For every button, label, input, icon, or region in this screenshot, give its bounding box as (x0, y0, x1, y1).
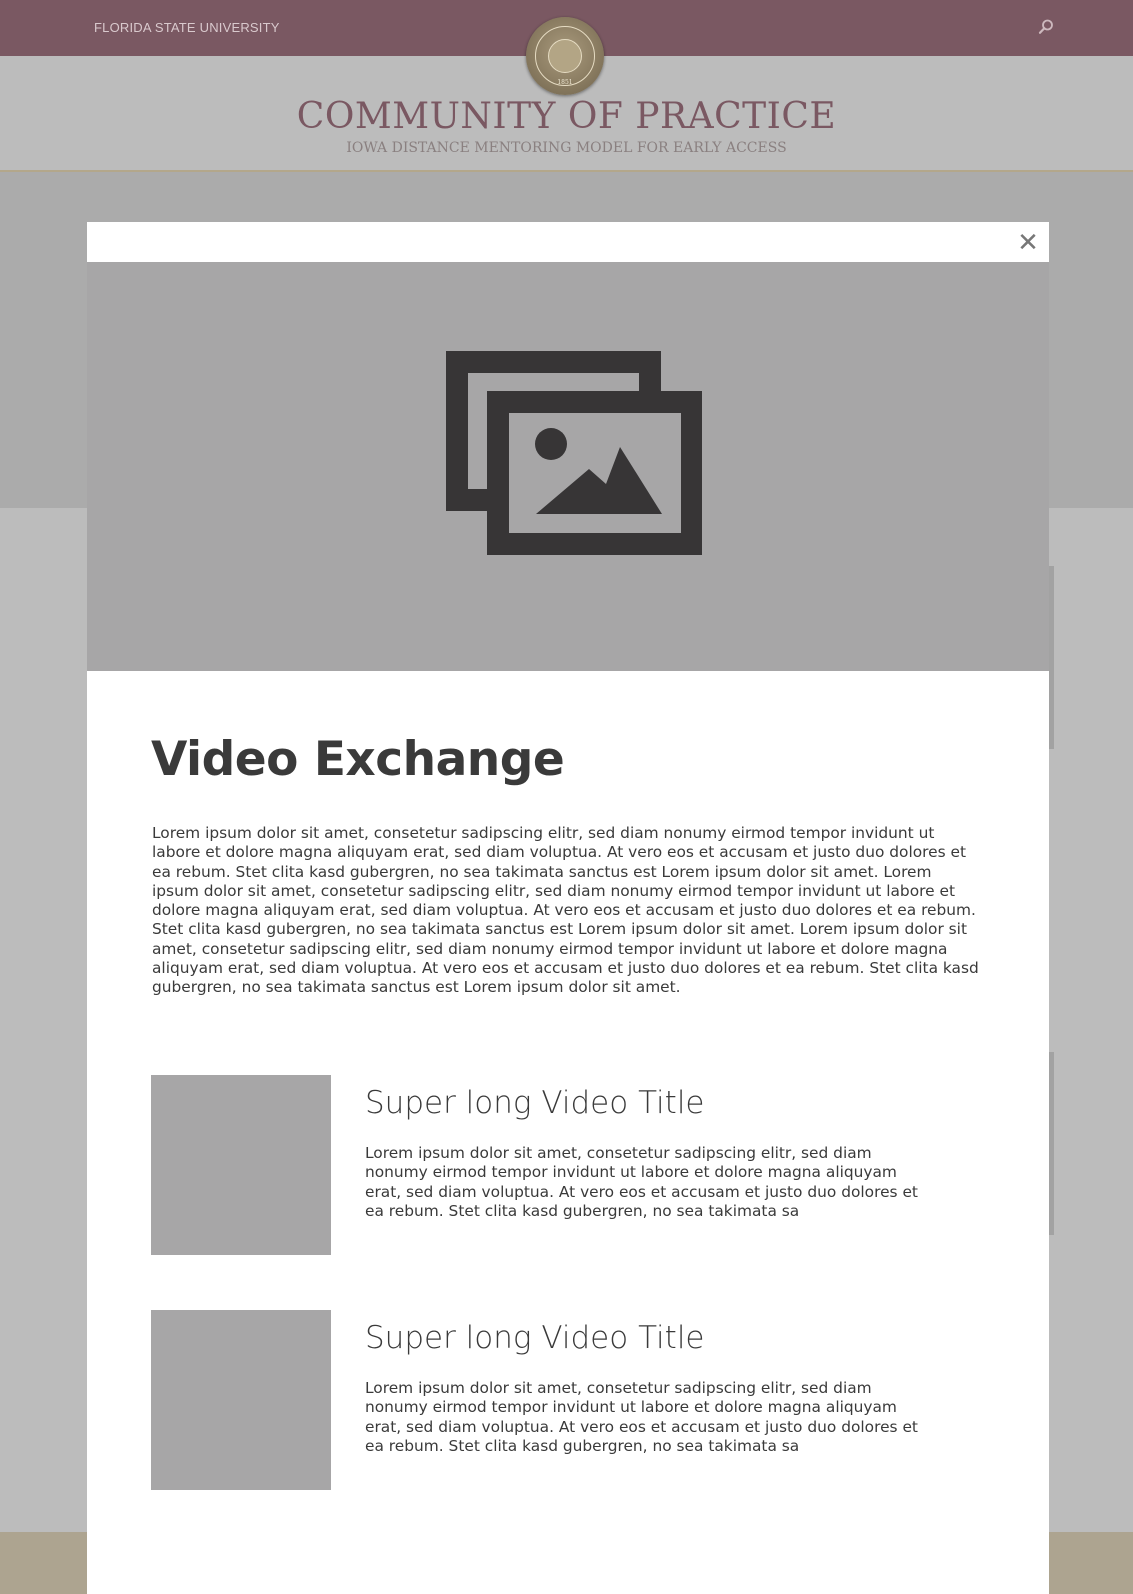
video-description: Lorem ipsum dolor sit amet, consetetur s… (365, 1144, 918, 1220)
background-card-edge (1049, 566, 1054, 749)
site-subtitle: IOWA DISTANCE MENTORING MODEL FOR EARLY … (346, 140, 787, 156)
intro-text: Lorem ipsum dolor sit amet, consetetur s… (152, 824, 979, 997)
search-icon[interactable] (1036, 17, 1056, 37)
video-thumbnail[interactable] (151, 1075, 331, 1255)
image-gallery-icon (446, 351, 702, 555)
background-card-edge (1049, 1052, 1054, 1235)
hero-image-placeholder (87, 262, 1049, 671)
university-seal-logo[interactable]: 1851 (526, 17, 604, 95)
university-link[interactable]: FLORIDA STATE UNIVERSITY (94, 20, 280, 35)
video-title[interactable]: Super long Video Title (365, 1320, 705, 1356)
modal-heading: Video Exchange (151, 732, 565, 787)
video-exchange-modal: ✕ Video Exchange Lorem ipsum dolor sit a… (87, 222, 1049, 1594)
site-title[interactable]: COMMUNITY OF PRACTICE (0, 96, 1133, 137)
video-title[interactable]: Super long Video Title (365, 1085, 705, 1121)
video-description: Lorem ipsum dolor sit amet, consetetur s… (365, 1379, 918, 1455)
close-icon[interactable]: ✕ (1017, 230, 1039, 256)
video-thumbnail[interactable] (151, 1310, 331, 1490)
seal-emblem (548, 39, 582, 73)
video-item[interactable]: Super long Video Title Lorem ipsum dolor… (151, 1075, 981, 1255)
video-item[interactable]: Super long Video Title Lorem ipsum dolor… (151, 1310, 981, 1490)
seal-year: 1851 (557, 79, 573, 86)
